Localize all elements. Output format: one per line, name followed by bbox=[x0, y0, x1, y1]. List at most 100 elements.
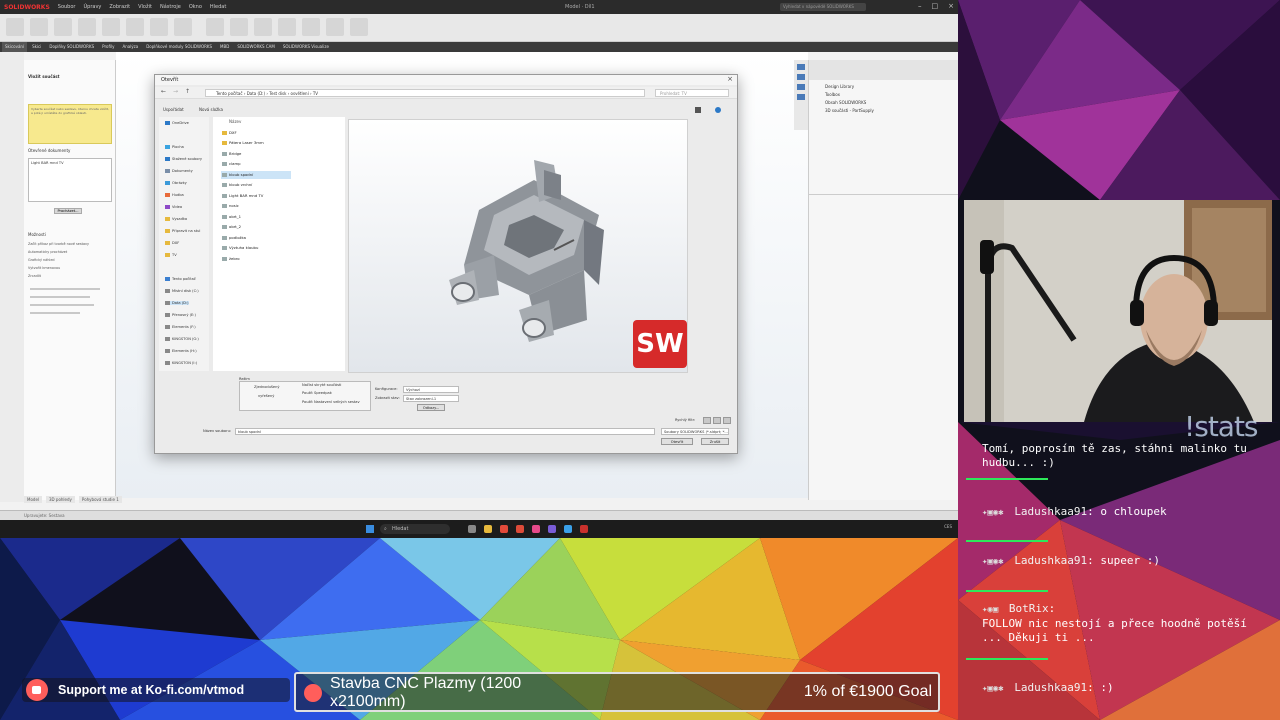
task-view-icon[interactable] bbox=[468, 525, 476, 533]
open-button[interactable]: Otevřít bbox=[661, 438, 693, 445]
file-explorer-tab-icon[interactable] bbox=[797, 74, 805, 80]
menu-tools[interactable]: Nástroje bbox=[160, 4, 181, 10]
file-item[interactable]: obrt_1 bbox=[221, 213, 291, 221]
nav-item[interactable]: Stažené soubory bbox=[165, 157, 202, 161]
menu-edit[interactable]: Úpravy bbox=[83, 4, 101, 10]
references-button[interactable]: Odkazy... bbox=[417, 404, 445, 411]
nav-item[interactable]: Vysaďka bbox=[165, 217, 187, 221]
ribbon-tool-icon[interactable] bbox=[126, 18, 144, 36]
filter-part-icon[interactable] bbox=[703, 417, 711, 424]
option-item[interactable]: Zrcadlit bbox=[28, 274, 41, 278]
nav-item[interactable]: Obrázky bbox=[165, 181, 187, 185]
sw-help-search[interactable]: Vyhledat v nápovědě SOLIDWORKS bbox=[780, 3, 866, 11]
nav-item[interactable]: Místní disk (C:) bbox=[165, 289, 199, 293]
help-icon[interactable] bbox=[715, 107, 721, 113]
tab-profiles[interactable]: Profily bbox=[99, 42, 117, 52]
option-item[interactable]: Vytvořit kmenovou bbox=[28, 266, 60, 270]
ribbon-tool-icon[interactable] bbox=[6, 18, 24, 36]
mode-simplified-radio[interactable]: Zjednodušený bbox=[254, 385, 279, 389]
menu-window[interactable]: Okno bbox=[189, 4, 202, 10]
filetype-select[interactable]: Soubory SOLIDWORKS (*.sldprt; *... bbox=[661, 428, 729, 435]
tab-mbd[interactable]: MBD bbox=[217, 42, 232, 52]
open-document-item[interactable]: Light BAR mnd TV bbox=[29, 159, 111, 167]
ribbon-tool-icon[interactable] bbox=[254, 18, 272, 36]
file-item[interactable]: obrt_2 bbox=[221, 223, 291, 231]
large-assembly-checkbox[interactable]: Použít Nastavení velkých sestav bbox=[302, 400, 360, 404]
ribbon-tool-icon[interactable] bbox=[326, 18, 344, 36]
tab-addins[interactable]: Doplňky SOLIDWORKS bbox=[46, 42, 97, 52]
menu-view[interactable]: Zobrazit bbox=[109, 4, 130, 10]
app-icon[interactable] bbox=[548, 525, 556, 533]
cancel-button[interactable]: Zrušit bbox=[701, 438, 729, 445]
file-item[interactable]: nosic bbox=[221, 202, 291, 210]
close-icon[interactable]: × bbox=[948, 2, 954, 10]
app-icon[interactable] bbox=[532, 525, 540, 533]
nav-item[interactable]: Data (D:) bbox=[165, 301, 189, 305]
nav-item[interactable]: Dokumenty bbox=[165, 169, 193, 173]
nav-item[interactable]: DXF bbox=[165, 241, 179, 245]
appearances-tab-icon[interactable] bbox=[797, 94, 805, 100]
nav-item[interactable]: Tento počítač bbox=[165, 277, 196, 281]
design-library-tab-icon[interactable] bbox=[797, 64, 805, 70]
option-item[interactable]: Grafický náhled bbox=[28, 258, 55, 262]
ribbon-tool-icon[interactable] bbox=[302, 18, 320, 36]
tab-sketching[interactable]: Skicování bbox=[2, 42, 28, 52]
ribbon-tool-icon[interactable] bbox=[150, 18, 168, 36]
ribbon-tool-icon[interactable] bbox=[54, 18, 72, 36]
nav-item[interactable]: KINGSTON (G:) bbox=[165, 337, 199, 341]
ribbon-tool-icon[interactable] bbox=[30, 18, 48, 36]
file-explorer-icon[interactable] bbox=[484, 525, 492, 533]
ribbon-tool-icon[interactable] bbox=[78, 18, 96, 36]
file-item[interactable]: Pátera Laser 3mm bbox=[221, 139, 291, 147]
windows-start-icon[interactable] bbox=[366, 525, 374, 533]
sw-content-item[interactable]: Obsah SOLIDWORKS bbox=[825, 100, 866, 105]
display-state-select[interactable]: Stav zobrazení-1 bbox=[403, 395, 459, 402]
config-select[interactable]: Výchozí bbox=[403, 386, 459, 393]
filename-input[interactable]: kloub spodní bbox=[235, 428, 655, 435]
nav-item[interactable]: Videa bbox=[165, 205, 182, 209]
tab-sketch[interactable]: Skici bbox=[29, 42, 44, 52]
view-palette-tab-icon[interactable] bbox=[797, 84, 805, 90]
file-item[interactable]: DXF bbox=[221, 129, 291, 137]
file-item[interactable]: Light BAR mnd TV bbox=[221, 192, 291, 200]
nav-item[interactable]: Elements (F:) bbox=[165, 325, 196, 329]
design-library-item[interactable]: Design Library bbox=[825, 84, 854, 89]
partsupply-item[interactable]: 3D součásti - PartSupply bbox=[825, 108, 874, 113]
close-icon[interactable]: × bbox=[727, 75, 733, 83]
tab-3d-views[interactable]: 3D pohledy bbox=[46, 496, 75, 503]
browser-icon[interactable] bbox=[500, 525, 508, 533]
column-header-name[interactable]: Název bbox=[229, 119, 241, 124]
minimize-icon[interactable]: – bbox=[918, 2, 922, 10]
dialog-search-input[interactable]: Prohledat: TV bbox=[655, 89, 729, 97]
kofi-banner[interactable]: Support me at Ko-fi.com/vtmod bbox=[22, 678, 290, 702]
nav-item[interactable]: Hudba bbox=[165, 193, 184, 197]
open-documents-list[interactable]: Light BAR mnd TV bbox=[28, 158, 112, 202]
tab-motion-study[interactable]: Pohybová studie 1 bbox=[78, 496, 122, 503]
tab-addin-modules[interactable]: Doplňkové moduly SOLIDWORKS bbox=[143, 42, 215, 52]
nav-item[interactable]: KINGSTON (I:) bbox=[165, 361, 197, 365]
solidworks-taskbar-icon[interactable] bbox=[516, 525, 524, 533]
file-item[interactable]: žebro bbox=[221, 255, 291, 263]
language-indicator[interactable]: CES bbox=[944, 524, 952, 529]
tab-cam[interactable]: SOLIDWORKS CAM bbox=[234, 42, 277, 52]
ribbon-tool-icon[interactable] bbox=[230, 18, 248, 36]
file-item[interactable]: kloub vrchní bbox=[221, 181, 291, 189]
file-item-selected[interactable]: kloub spodní bbox=[221, 171, 291, 179]
file-item[interactable]: clamp bbox=[221, 160, 291, 168]
tab-analysis[interactable]: Analýza bbox=[119, 42, 141, 52]
file-item[interactable]: Bridge bbox=[221, 150, 291, 158]
app-icon[interactable] bbox=[564, 525, 572, 533]
menu-search[interactable]: Hledat bbox=[210, 4, 226, 10]
taskbar-search[interactable]: ⌕ Hledat bbox=[380, 524, 450, 534]
menu-insert[interactable]: Vložit bbox=[138, 4, 152, 10]
load-hidden-checkbox[interactable]: Načíst skryté součásti bbox=[302, 383, 341, 387]
option-item[interactable]: Začít příkaz při tvorbě nové sestavy bbox=[28, 242, 89, 246]
nav-item[interactable]: Připravit na stul bbox=[165, 229, 200, 233]
organize-button[interactable]: Uspořádat bbox=[163, 107, 184, 112]
new-folder-button[interactable]: Nová složka bbox=[199, 107, 223, 112]
ribbon-tool-icon[interactable] bbox=[174, 18, 192, 36]
app-icon[interactable] bbox=[580, 525, 588, 533]
view-options-icon[interactable] bbox=[695, 107, 701, 113]
filter-drawing-icon[interactable] bbox=[723, 417, 731, 424]
filter-assembly-icon[interactable] bbox=[713, 417, 721, 424]
